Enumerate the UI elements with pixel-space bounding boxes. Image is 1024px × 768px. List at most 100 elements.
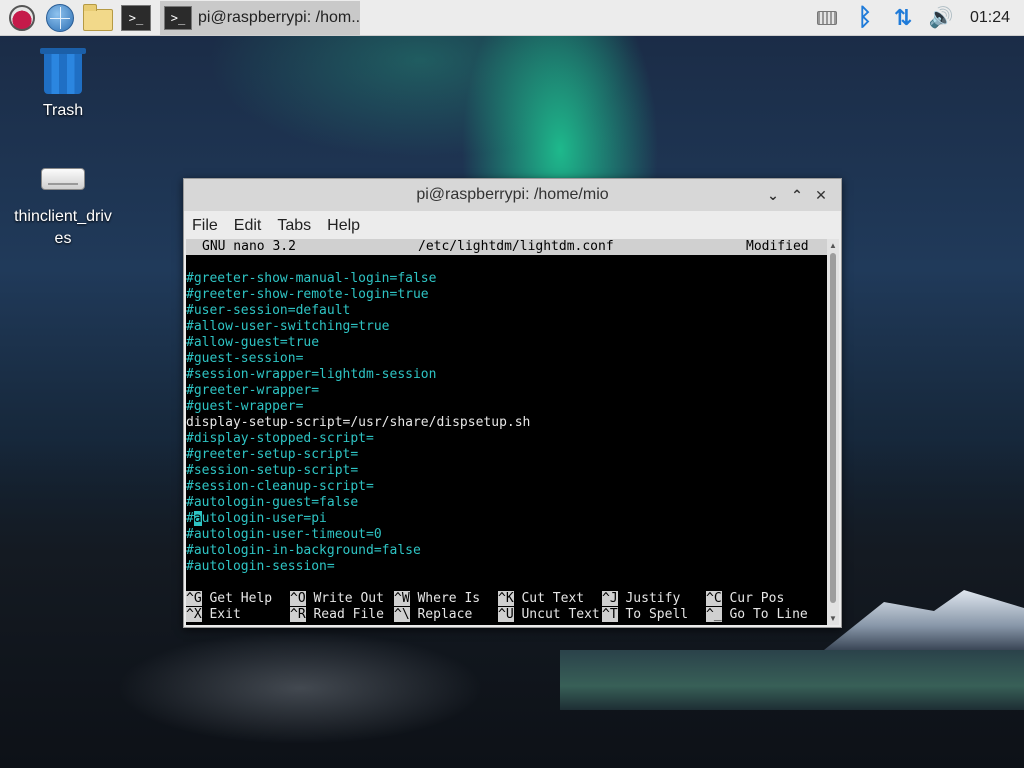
file-manager-icon[interactable] bbox=[82, 2, 114, 34]
nano-shortcut: ^O Write Out bbox=[290, 591, 384, 607]
drive-label: thinclient_driv es bbox=[14, 208, 112, 247]
menubar: File Edit Tabs Help bbox=[184, 211, 841, 241]
shortcut-key: ^G bbox=[186, 591, 202, 606]
nano-shortcut: ^K Cut Text bbox=[498, 591, 584, 607]
shortcut-key: ^X bbox=[186, 607, 202, 622]
nano-version: GNU nano 3.2 bbox=[202, 239, 296, 254]
shortcut-key: ^O bbox=[290, 591, 306, 606]
terminal-window: pi@raspberrypi: /home/mio ⌄ ⌃ ✕ File Edi… bbox=[183, 178, 842, 628]
editor-line: #greeter-show-remote-login=true bbox=[186, 287, 429, 302]
nano-shortcut: ^\ Replace bbox=[394, 607, 472, 623]
shortcut-label: Where Is bbox=[409, 591, 481, 606]
maximize-button[interactable]: ⌃ bbox=[785, 187, 809, 204]
shortcut-key: ^W bbox=[394, 591, 410, 606]
wallpaper-lake bbox=[560, 650, 1024, 710]
nano-shortcut: ^W Where Is bbox=[394, 591, 480, 607]
shortcut-label: Write Out bbox=[305, 591, 384, 606]
web-browser-icon[interactable] bbox=[44, 2, 76, 34]
editor-line: #greeter-wrapper= bbox=[186, 383, 320, 398]
task-title: pi@raspberrypi: /hom... bbox=[198, 8, 360, 26]
menu-edit[interactable]: Edit bbox=[234, 217, 262, 235]
shortcut-label: Exit bbox=[201, 607, 241, 622]
text-cursor: a bbox=[193, 511, 202, 526]
shortcut-key: ^K bbox=[498, 591, 514, 606]
shortcut-label: Get Help bbox=[201, 591, 273, 606]
window-title: pi@raspberrypi: /home/mio bbox=[416, 186, 609, 203]
nano-shortcut: ^_ Go To Line bbox=[706, 607, 808, 623]
editor-line: #session-cleanup-script= bbox=[186, 479, 374, 494]
editor-line: #autologin-in-background=false bbox=[186, 543, 421, 558]
menu-help[interactable]: Help bbox=[327, 217, 360, 235]
desktop-icon-drive[interactable]: thinclient_driv es bbox=[8, 158, 118, 250]
raspberry-pi-menu-icon[interactable] bbox=[6, 2, 38, 34]
nano-status: Modified bbox=[746, 239, 809, 254]
nano-shortcut: ^T To Spell bbox=[602, 607, 688, 623]
editor-line: #autologin-user-timeout=0 bbox=[186, 527, 382, 542]
scroll-down-icon[interactable]: ▼ bbox=[829, 614, 837, 623]
nano-filename: /etc/lightdm/lightdm.conf bbox=[418, 239, 614, 254]
nano-shortcut: ^G Get Help bbox=[186, 591, 272, 607]
editor-line: #greeter-setup-script= bbox=[186, 447, 359, 462]
shortcut-key: ^R bbox=[290, 607, 306, 622]
shortcut-key: ^J bbox=[602, 591, 618, 606]
nano-shortcuts: ^G Get Help ^O Write Out ^W Where Is ^K Cut… bbox=[186, 591, 827, 623]
nano-shortcut: ^J Justify bbox=[602, 591, 680, 607]
editor-line: #guest-wrapper= bbox=[186, 399, 304, 414]
close-button[interactable]: ✕ bbox=[809, 187, 833, 204]
editor-line: #allow-guest=true bbox=[186, 335, 320, 350]
menu-tabs[interactable]: Tabs bbox=[277, 217, 311, 235]
system-tray: ᛒ ⇅ 🔊 01:24 bbox=[804, 0, 1024, 36]
editor-line: #autologin-guest=false bbox=[186, 495, 359, 510]
drive-icon bbox=[41, 168, 85, 190]
terminal-icon[interactable]: >_ bbox=[120, 2, 152, 34]
nano-shortcut: ^X Exit bbox=[186, 607, 241, 623]
editor-line: display-setup-script=/usr/share/dispsetu… bbox=[186, 415, 531, 430]
editor-line: #guest-session= bbox=[186, 351, 304, 366]
scroll-up-icon[interactable]: ▲ bbox=[829, 241, 837, 250]
shortcut-label: Cut Text bbox=[513, 591, 585, 606]
editor-line: #display-stopped-script= bbox=[186, 431, 374, 446]
nano-header: GNU nano 3.2 /etc/lightdm/lightdm.conf M… bbox=[186, 239, 827, 255]
nano-shortcut: ^R Read File bbox=[290, 607, 384, 623]
editor-line: #greeter-show-manual-login=false bbox=[186, 271, 437, 286]
nano-shortcut: ^U Uncut Text bbox=[498, 607, 600, 623]
editor-line: #user-session=default bbox=[186, 303, 351, 318]
taskbar: >_ >_ pi@raspberrypi: /hom... ᛒ ⇅ 🔊 01:2… bbox=[0, 0, 1024, 36]
shortcut-key: ^U bbox=[498, 607, 514, 622]
shortcut-label: Replace bbox=[409, 607, 473, 622]
shortcut-label: Go To Line bbox=[721, 607, 808, 622]
editor-line: #session-setup-script= bbox=[186, 463, 359, 478]
minimize-button[interactable]: ⌄ bbox=[761, 187, 785, 204]
terminal-scrollbar[interactable]: ▲ ▼ bbox=[827, 239, 839, 625]
terminal-icon: >_ bbox=[164, 5, 192, 30]
shortcut-key: ^_ bbox=[706, 607, 722, 622]
editor-line: #autologin-session= bbox=[186, 559, 335, 574]
shortcut-label: To Spell bbox=[617, 607, 689, 622]
scrollbar-thumb[interactable] bbox=[830, 253, 836, 603]
volume-icon[interactable]: 🔊 bbox=[926, 3, 956, 33]
terminal-area[interactable]: GNU nano 3.2 /etc/lightdm/lightdm.conf M… bbox=[186, 239, 827, 625]
editor-line: #session-wrapper=lightdm-session bbox=[186, 367, 437, 382]
nano-shortcut: ^C Cur Pos bbox=[706, 591, 784, 607]
trash-label: Trash bbox=[42, 102, 84, 119]
trash-icon bbox=[40, 48, 86, 94]
shortcut-label: Read File bbox=[305, 607, 384, 622]
shortcut-label: Justify bbox=[617, 591, 681, 606]
network-icon[interactable]: ⇅ bbox=[888, 3, 918, 33]
editor-buffer[interactable]: #greeter-show-manual-login=false #greeter… bbox=[186, 255, 827, 575]
shortcut-label: Cur Pos bbox=[721, 591, 785, 606]
keyboard-icon[interactable] bbox=[812, 3, 842, 33]
bluetooth-icon[interactable]: ᛒ bbox=[850, 3, 880, 33]
window-titlebar[interactable]: pi@raspberrypi: /home/mio ⌄ ⌃ ✕ bbox=[184, 179, 841, 211]
shortcut-key: ^C bbox=[706, 591, 722, 606]
shortcut-key: ^\ bbox=[394, 607, 410, 622]
terminal-task-button[interactable]: >_ pi@raspberrypi: /hom... bbox=[160, 0, 360, 35]
shortcut-label: Uncut Text bbox=[513, 607, 600, 622]
shortcut-key: ^T bbox=[602, 607, 618, 622]
clock[interactable]: 01:24 bbox=[970, 9, 1010, 27]
editor-line: #allow-user-switching=true bbox=[186, 319, 390, 334]
desktop-icon-trash[interactable]: Trash bbox=[8, 48, 118, 120]
menu-file[interactable]: File bbox=[192, 217, 218, 235]
editor-line: #autologin-user=pi bbox=[186, 511, 327, 526]
